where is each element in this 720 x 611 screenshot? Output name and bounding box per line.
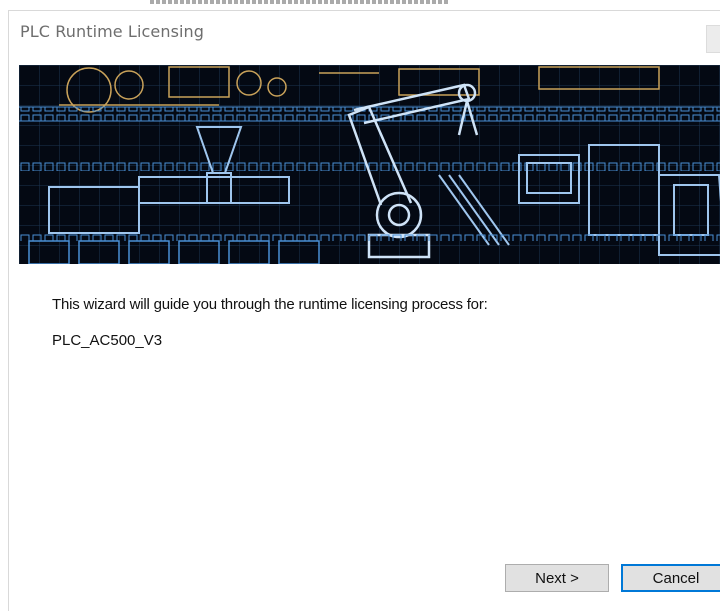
background-window-strip	[0, 0, 720, 10]
industrial-banner-image	[19, 65, 720, 264]
cancel-button[interactable]: Cancel	[621, 564, 720, 592]
background-window-text	[150, 0, 450, 4]
window-title: PLC Runtime Licensing	[20, 22, 205, 41]
close-button[interactable]	[706, 25, 720, 53]
licensing-wizard-window: PLC Runtime Licensing This wizard will g…	[8, 10, 720, 611]
wizard-intro-text: This wizard will guide you through the r…	[52, 296, 488, 313]
device-name-label: PLC_AC500_V3	[52, 332, 163, 349]
next-button[interactable]: Next >	[505, 564, 609, 592]
title-bar[interactable]: PLC Runtime Licensing	[9, 11, 720, 53]
